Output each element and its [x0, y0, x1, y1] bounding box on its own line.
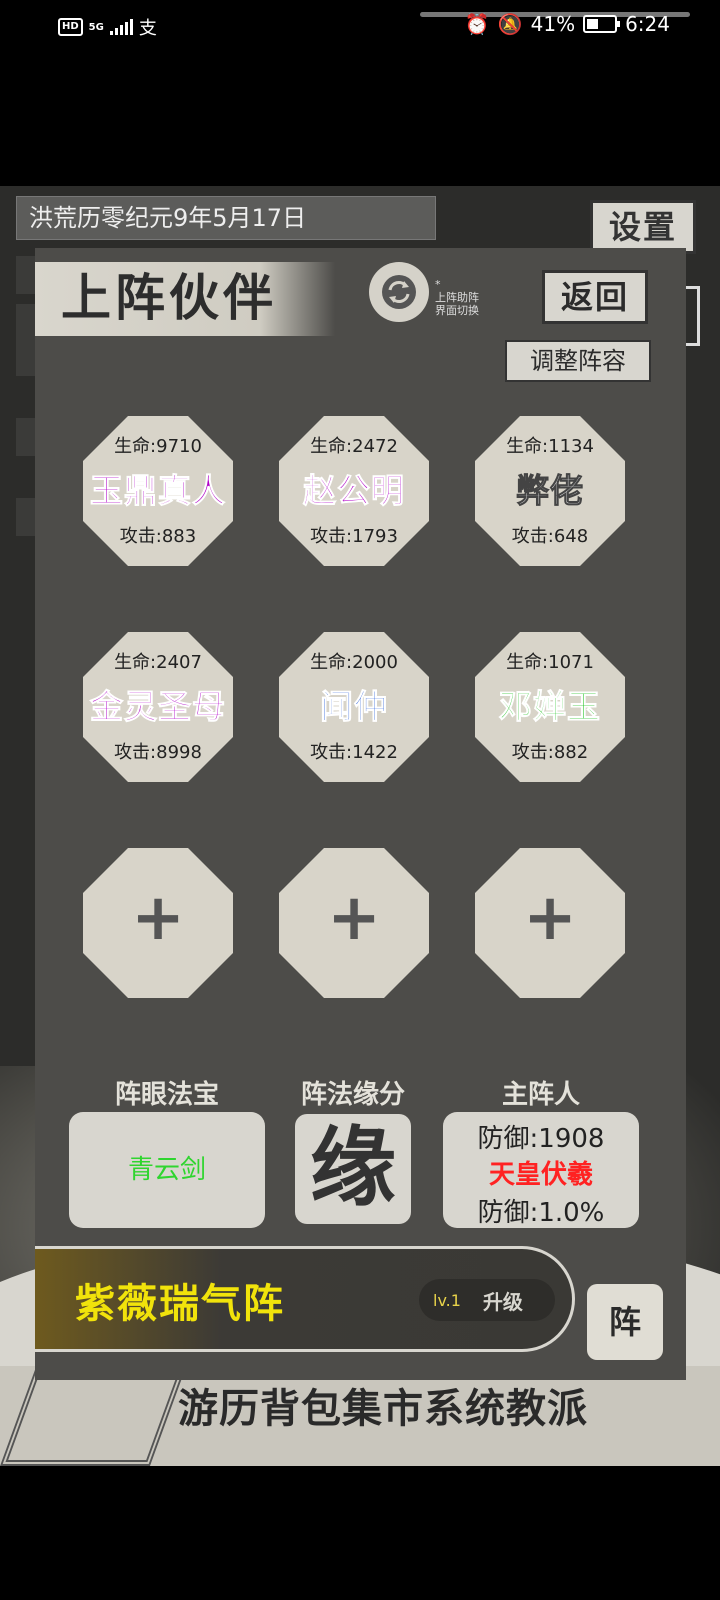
clock: 6:24 — [625, 12, 670, 36]
partner-slot[interactable]: 生命:2000 闻仲 攻击:1422 — [279, 632, 429, 782]
partner-name: 弊佬 — [516, 471, 584, 511]
empty-slot-add[interactable]: + — [279, 848, 429, 998]
partner-name: 闻仲 — [320, 687, 388, 727]
refresh-icon — [382, 275, 416, 309]
network-type: 5G — [88, 21, 104, 33]
partner-hp: 生命:1071 — [506, 652, 594, 673]
partner-hp: 生命:2000 — [310, 652, 398, 673]
switch-view-button[interactable] — [369, 262, 429, 322]
partner-attack: 攻击:1793 — [310, 526, 398, 547]
plus-icon: + — [131, 881, 185, 955]
partner-panel: 上阵伙伴 * 上阵助阵 界面切换 返回 调整阵容 生命:9710 玉鼎真人 攻击… — [35, 248, 686, 1380]
alarm-icon: ⏰ — [464, 12, 490, 36]
battery-icon — [583, 15, 621, 33]
empty-slot-add[interactable]: + — [475, 848, 625, 998]
partner-hp: 生命:2407 — [114, 652, 202, 673]
partner-hp: 生命:9710 — [114, 436, 202, 457]
fate-label: 阵法缘分 — [300, 1080, 405, 1110]
master-defense: 防御:1908 — [477, 1124, 605, 1154]
switch-note: * 上阵助阵 界面切换 — [435, 278, 479, 317]
partner-attack: 攻击:8998 — [114, 742, 202, 763]
hd-icon: HD — [58, 18, 83, 36]
partner-attack: 攻击:882 — [511, 742, 589, 763]
partner-attack: 攻击:883 — [119, 526, 197, 547]
partner-slot[interactable]: 生命:1134 弊佬 攻击:648 — [475, 416, 625, 566]
upgrade-button[interactable]: 升级 — [483, 1286, 523, 1315]
formation-level: lv.1 — [433, 1290, 461, 1310]
status-right: ⏰ 🔕 41% 6:24 — [465, 12, 670, 36]
partner-name: 金灵圣母 — [90, 687, 226, 727]
settings-button[interactable]: 设置 — [590, 200, 696, 254]
partner-slot[interactable]: 生命:9710 玉鼎真人 攻击:883 — [83, 416, 233, 566]
signal-icon — [109, 19, 133, 35]
battery-percent: 41% — [530, 12, 576, 36]
status-left: HD 5G 支 — [58, 14, 157, 40]
plus-icon: + — [327, 881, 381, 955]
partner-hp: 生命:1134 — [506, 436, 594, 457]
back-button[interactable]: 返回 — [542, 270, 648, 324]
adjust-lineup-button[interactable]: 调整阵容 — [505, 340, 651, 382]
partner-slot[interactable]: 生命:2407 金灵圣母 攻击:8998 — [83, 632, 233, 782]
formation-bar: 紫薇瑞气阵 lv.1 升级 — [35, 1246, 575, 1352]
mute-bell-icon: 🔕 — [497, 12, 523, 36]
formation-name: 紫薇瑞气阵 — [75, 1281, 285, 1327]
partner-name: 玉鼎真人 — [90, 471, 226, 511]
calendar-date: 洪荒历零纪元9年5月17日 — [16, 196, 436, 240]
partner-slot[interactable]: 生命:2472 赵公明 攻击:1793 — [279, 416, 429, 566]
formation-master[interactable]: 防御:1908 天皇伏羲 防御:1.0% — [443, 1112, 639, 1228]
formation-treasure[interactable]: 青云剑 — [69, 1112, 265, 1228]
formation-level-pill[interactable]: lv.1 升级 — [419, 1279, 555, 1321]
master-bonus: 防御:1.0% — [477, 1198, 605, 1228]
plus-icon: + — [523, 881, 577, 955]
formation-button[interactable]: 阵 — [587, 1284, 663, 1360]
partner-attack: 攻击:1422 — [310, 742, 398, 763]
alipay-icon: 支 — [138, 18, 157, 39]
panel-title: 上阵伙伴 — [35, 262, 335, 336]
master-label: 主阵人 — [501, 1080, 580, 1110]
empty-slot-add[interactable]: + — [83, 848, 233, 998]
partner-attack: 攻击:648 — [511, 526, 589, 547]
partner-slot[interactable]: 生命:1071 邓婵玉 攻击:882 — [475, 632, 625, 782]
partner-name: 邓婵玉 — [499, 687, 601, 727]
bottom-nav-label[interactable]: 游历背包集市系统教派 — [178, 1376, 588, 1434]
master-name: 天皇伏羲 — [488, 1160, 593, 1190]
formation-fate-button[interactable]: 缘 — [295, 1114, 411, 1224]
treasure-label: 阵眼法宝 — [114, 1080, 219, 1110]
status-bar: HD 5G 支 ⏰ 🔕 41% 6:24 — [0, 0, 720, 56]
partner-name: 赵公明 — [303, 471, 405, 511]
partner-hp: 生命:2472 — [310, 436, 398, 457]
